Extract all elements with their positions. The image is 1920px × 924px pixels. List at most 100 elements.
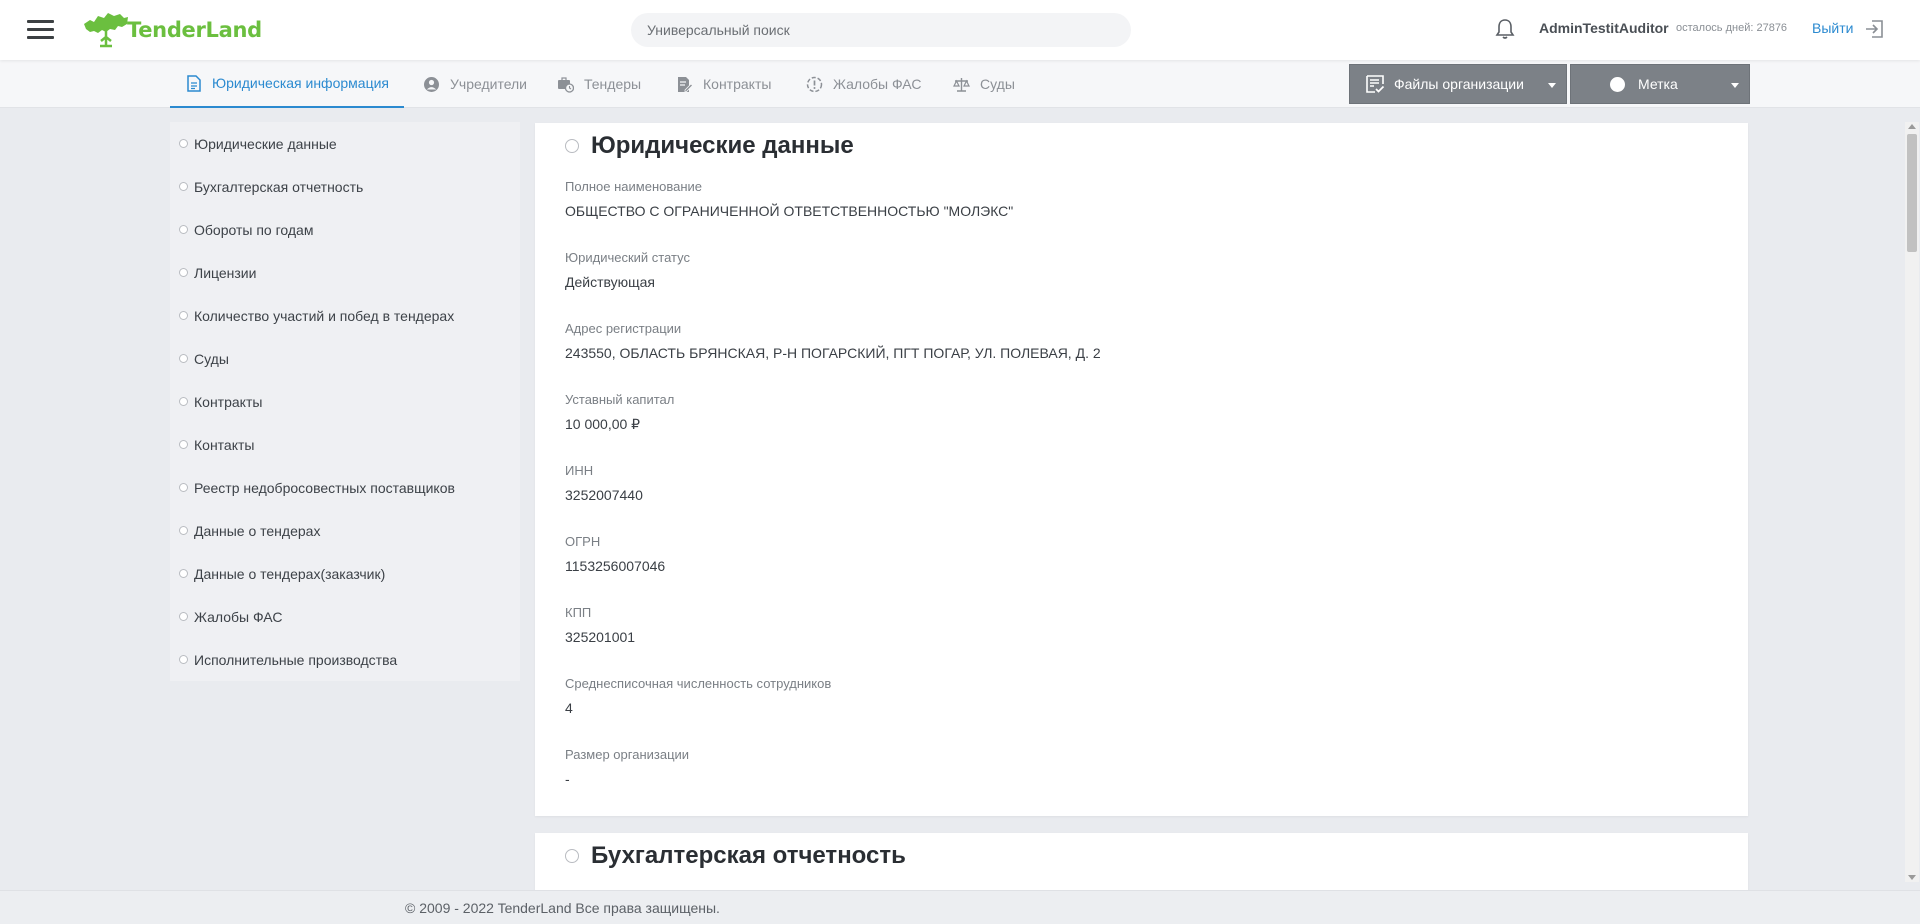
section-navigation: Юридические данные Бухгалтерская отчетно… <box>170 122 520 681</box>
top-header: TenderLand AdminTestitAuditor осталось д… <box>0 0 1920 60</box>
bullet-icon <box>179 612 188 621</box>
tab-legal-info[interactable]: Юридическая информация <box>170 60 404 108</box>
sidebar-item-tender-data[interactable]: Данные о тендерах <box>170 509 520 552</box>
field-value: 243550, ОБЛАСТЬ БРЯНСКАЯ, Р-Н ПОГАРСКИЙ,… <box>565 345 1101 361</box>
field-label: Адрес регистрации <box>565 321 682 336</box>
field-label: ИНН <box>565 463 594 478</box>
mark-label: Метка <box>1638 76 1678 92</box>
tab-courts[interactable]: Суды <box>953 60 1015 108</box>
bullet-icon <box>179 354 188 363</box>
tab-contracts[interactable]: Контракты <box>676 60 771 108</box>
caret-down-icon <box>1548 83 1556 88</box>
sidebar-item-label: Юридические данные <box>194 135 337 152</box>
menu-icon[interactable] <box>27 20 54 40</box>
bullet-icon <box>179 569 188 578</box>
legal-data-card: Юридические данные Полное наименование О… <box>535 123 1748 816</box>
user-circle-icon <box>424 76 439 92</box>
sidebar-item-label: Контракты <box>194 393 263 410</box>
field-label: Полное наименование <box>565 179 703 194</box>
sidebar-item-label: Данные о тендерах <box>194 522 321 539</box>
document-icon <box>187 74 201 92</box>
sidebar-item-legal-data[interactable]: Юридические данные <box>170 122 520 165</box>
bullet-icon <box>179 483 188 492</box>
tab-founders[interactable]: Учредители <box>423 60 527 108</box>
field-kpp: КПП 325201001 <box>565 605 635 645</box>
tab-label: Юридическая информация <box>212 75 389 91</box>
page-scrollbar[interactable] <box>1905 122 1919 882</box>
field-value: - <box>565 771 570 787</box>
tab-label: Учредители <box>450 76 528 92</box>
sidebar-item-accounting[interactable]: Бухгалтерская отчетность <box>170 165 520 208</box>
scroll-up-arrow-icon[interactable] <box>1908 124 1916 129</box>
bullet-icon <box>179 655 188 664</box>
accounting-title: Бухгалтерская отчетность <box>591 842 906 869</box>
bell-icon[interactable] <box>1495 18 1515 40</box>
tab-fas-complaints[interactable]: Жалобы ФАС <box>806 60 921 108</box>
field-legal-status: Юридический статус Действующая <box>565 250 690 290</box>
field-organization-size: Размер организации - <box>565 747 689 787</box>
alert-circle-icon <box>806 76 823 92</box>
sidebar-item-label: Суды <box>194 350 229 367</box>
field-value: 3252007440 <box>565 487 643 503</box>
days-left-label: осталось дней: 27876 <box>1676 22 1788 34</box>
russia-map-icon <box>84 13 128 48</box>
organization-files-dropdown[interactable]: Файлы организации <box>1349 64 1567 104</box>
card-title: Юридические данные <box>565 132 854 160</box>
sidebar-item-fas-complaints[interactable]: Жалобы ФАС <box>170 595 520 638</box>
sidebar-item-label: Количество участий и побед в тендерах <box>194 307 455 324</box>
logout-icon[interactable] <box>1864 19 1884 39</box>
sidebar-item-licenses[interactable]: Лицензии <box>170 251 520 294</box>
tenderland-logo[interactable]: TenderLand <box>82 9 262 51</box>
field-ogrn: ОГРН 1153256007046 <box>565 534 665 574</box>
bullet-icon <box>565 139 579 153</box>
field-label: Размер организации <box>565 747 690 762</box>
sidebar-item-unfair-suppliers[interactable]: Реестр недобросовестных поставщиков <box>170 466 520 509</box>
field-label: Юридический статус <box>565 250 691 265</box>
field-inn: ИНН 3252007440 <box>565 463 643 503</box>
card-title: Бухгалтерская отчетность <box>565 842 906 870</box>
sidebar-item-contracts[interactable]: Контракты <box>170 380 520 423</box>
page-footer: © 2009 - 2022 TenderLand Все права защищ… <box>0 890 1920 924</box>
bullet-icon <box>179 526 188 535</box>
field-authorized-capital: Уставный капитал 10 000,00 ₽ <box>565 392 674 433</box>
field-value: 4 <box>565 700 573 716</box>
logout-link[interactable]: Выйти <box>1812 20 1853 36</box>
sidebar-item-turnover[interactable]: Обороты по годам <box>170 208 520 251</box>
search-input[interactable] <box>647 22 1115 38</box>
scroll-thumb[interactable] <box>1907 134 1917 252</box>
organization-files-label: Файлы организации <box>1394 76 1524 92</box>
scroll-down-arrow-icon[interactable] <box>1908 875 1916 880</box>
tab-label: Тендеры <box>584 76 642 92</box>
bullet-icon <box>179 225 188 234</box>
sidebar-item-enforcement[interactable]: Исполнительные производства <box>170 638 520 681</box>
field-label: ОГРН <box>565 534 601 549</box>
field-label: Среднесписочная численность сотрудников <box>565 676 832 691</box>
field-employee-count: Среднесписочная численность сотрудников … <box>565 676 831 716</box>
mark-dropdown[interactable]: Метка <box>1570 64 1750 104</box>
sidebar-item-label: Лицензии <box>194 264 257 281</box>
tab-label: Контракты <box>703 76 772 92</box>
sidebar-item-courts[interactable]: Суды <box>170 337 520 380</box>
user-name[interactable]: AdminTestitAuditor <box>1539 20 1669 36</box>
universal-search[interactable] <box>631 13 1131 47</box>
field-value: 1153256007046 <box>565 558 666 574</box>
sidebar-item-label: Жалобы ФАС <box>194 608 283 625</box>
bullet-icon <box>179 139 188 148</box>
sidebar-item-label: Обороты по годам <box>194 221 314 238</box>
field-label: Уставный капитал <box>565 392 675 407</box>
sidebar-item-label: Бухгалтерская отчетность <box>194 178 364 195</box>
sidebar-item-tender-participation[interactable]: Количество участий и побед в тендерах <box>170 294 520 337</box>
bullet-icon <box>179 440 188 449</box>
logo-text: TenderLand <box>127 18 262 42</box>
sidebar-item-label: Контакты <box>194 436 255 453</box>
sidebar-item-label: Исполнительные производства <box>194 651 398 668</box>
sidebar-item-tender-data-customer[interactable]: Данные о тендерах(заказчик) <box>170 552 520 595</box>
tab-tenders[interactable]: Тендеры <box>557 60 641 108</box>
field-value: 10 000,00 ₽ <box>565 416 641 432</box>
briefcase-clock-icon <box>558 76 574 93</box>
document-check-icon <box>1365 74 1385 94</box>
bullet-icon <box>565 849 579 863</box>
field-registration-address: Адрес регистрации 243550, ОБЛАСТЬ БРЯНСК… <box>565 321 1101 361</box>
sidebar-item-contacts[interactable]: Контакты <box>170 423 520 466</box>
bullet-icon <box>179 397 188 406</box>
